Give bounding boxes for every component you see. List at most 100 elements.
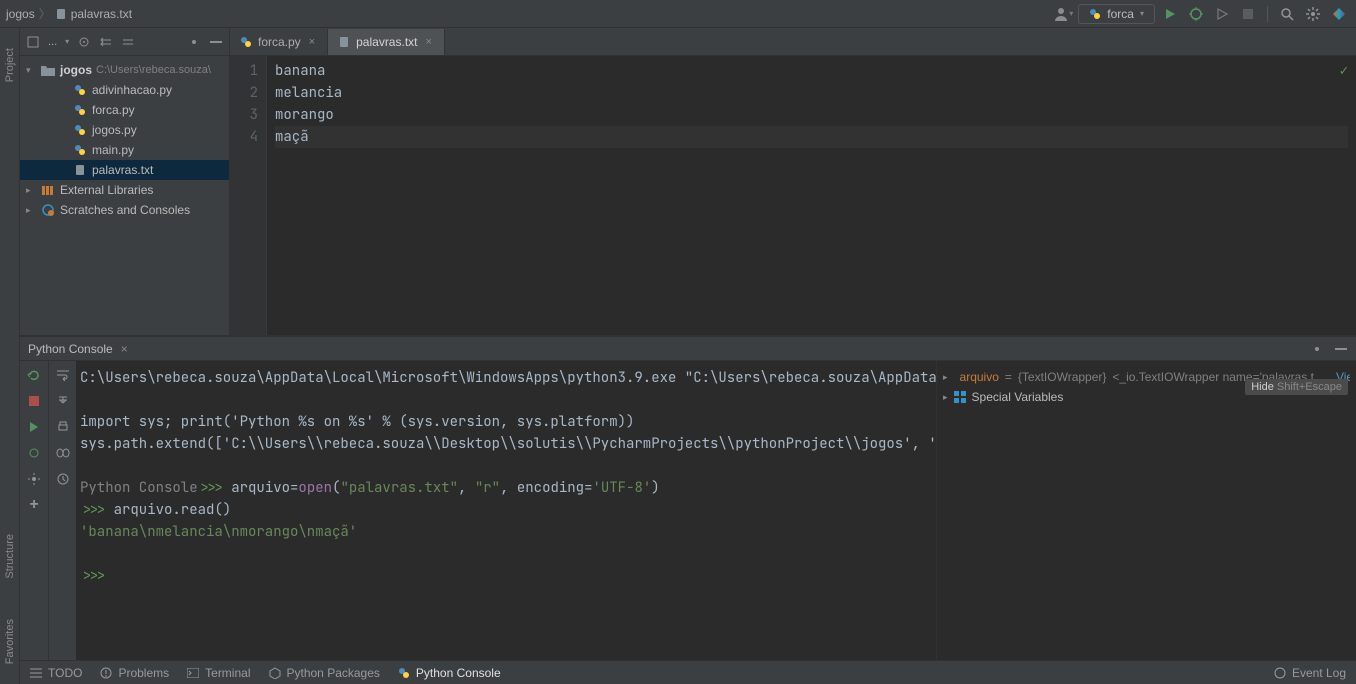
scratch-icon	[40, 204, 56, 216]
hide-console-icon[interactable]	[1334, 342, 1348, 356]
run-icon[interactable]	[26, 419, 42, 435]
chevron-right-icon[interactable]: ▸	[26, 185, 36, 196]
project-root-path: C:\Users\rebeca.souza\	[96, 64, 211, 76]
chevron-down-icon[interactable]: ▾	[65, 37, 69, 46]
divider	[1267, 6, 1268, 22]
chevron-right-icon[interactable]: ▸	[943, 392, 948, 403]
python-file-icon	[72, 144, 88, 156]
terminal-tab[interactable]: Terminal	[187, 666, 250, 680]
debug-button[interactable]	[1185, 3, 1207, 25]
settings-icon[interactable]	[1302, 3, 1324, 25]
output-cmd: arquivo.read()	[114, 501, 232, 519]
variables-icon[interactable]	[55, 445, 71, 461]
file-label: adivinhacao.py	[92, 83, 172, 97]
project-root[interactable]: ▾ jogos C:\Users\rebeca.souza\	[20, 60, 229, 80]
collapse-all-icon[interactable]	[121, 35, 135, 49]
close-icon[interactable]: ×	[121, 342, 128, 356]
todo-tab[interactable]: TODO	[30, 666, 82, 680]
stop-button[interactable]	[1237, 3, 1259, 25]
variable-name: arquivo	[960, 370, 999, 384]
inspection-ok-icon[interactable]: ✓	[1340, 62, 1348, 80]
problems-tab[interactable]: Problems	[100, 666, 169, 680]
stop-icon[interactable]	[26, 393, 42, 409]
output-result: 'banana\nmelancia\nmorango\nmaçã'	[80, 523, 357, 541]
special-vars-icon	[954, 391, 966, 403]
jetbrains-icon[interactable]	[1328, 3, 1350, 25]
locate-icon[interactable]	[77, 35, 91, 49]
text-file-icon	[338, 36, 350, 48]
new-console-icon[interactable]: +	[26, 497, 42, 513]
close-icon[interactable]: ×	[307, 36, 317, 48]
file-item[interactable]: adivinhacao.py	[20, 80, 229, 100]
run-with-coverage-button[interactable]	[1211, 3, 1233, 25]
chevron-down-icon: ▾	[1140, 9, 1144, 18]
chevron-right-icon[interactable]: ▸	[943, 372, 948, 383]
variables-panel[interactable]: ▸ arquivo = {TextIOWrapper} <_io.TextIOW…	[936, 361, 1356, 660]
favorites-rail-tab[interactable]: Favorites	[4, 619, 16, 664]
wrap-icon[interactable]	[55, 367, 71, 383]
library-icon	[40, 184, 56, 196]
editor-tab[interactable]: forca.py ×	[230, 29, 328, 55]
file-item[interactable]: main.py	[20, 140, 229, 160]
console-settings-icon[interactable]	[1310, 342, 1324, 356]
editor-tab-active[interactable]: palavras.txt ×	[328, 29, 445, 55]
file-label: jogos.py	[92, 123, 137, 137]
console-label: Python Console	[80, 479, 198, 497]
terminal-icon	[187, 668, 199, 678]
rerun-icon[interactable]	[26, 367, 42, 383]
settings-icon[interactable]	[26, 471, 42, 487]
close-icon[interactable]: ×	[423, 36, 433, 48]
python-file-icon	[72, 84, 88, 96]
output-line: import sys; print('Python %s on %s' % (s…	[80, 413, 634, 431]
chevron-right-icon[interactable]: ▸	[26, 205, 36, 216]
external-libraries[interactable]: ▸ External Libraries	[20, 180, 229, 200]
chevron-down-icon[interactable]: ▾	[26, 65, 36, 76]
panel-settings-icon[interactable]	[187, 35, 201, 49]
warning-icon	[100, 667, 112, 679]
run-button[interactable]	[1159, 3, 1181, 25]
file-label: palavras.txt	[92, 163, 153, 177]
chevron-right-icon: 〉	[39, 5, 51, 22]
code-editor[interactable]: 1234 banana melancia morango maçã ✓	[230, 56, 1356, 335]
external-libraries-label: External Libraries	[60, 183, 153, 197]
history-icon[interactable]	[55, 471, 71, 487]
file-label: main.py	[92, 143, 134, 157]
editor-tab-bar: forca.py × palavras.txt ×	[230, 28, 1356, 56]
hide-tooltip: Hide Shift+Escape	[1245, 379, 1348, 395]
run-config-selector[interactable]: forca ▾	[1078, 4, 1155, 24]
python-file-icon	[72, 124, 88, 136]
code-line-current: maçã	[275, 126, 1348, 148]
python-file-icon	[72, 104, 88, 116]
output-line: C:\Users\rebeca.souza\AppData\Local\Micr…	[80, 369, 936, 387]
console-output[interactable]: C:\Users\rebeca.souza\AppData\Local\Micr…	[76, 361, 936, 660]
expand-all-icon[interactable]	[99, 35, 113, 49]
variable-type: {TextIOWrapper}	[1018, 370, 1107, 384]
scratches[interactable]: ▸ Scratches and Consoles	[20, 200, 229, 220]
console-tab-label[interactable]: Python Console	[28, 342, 113, 356]
project-tree[interactable]: ▾ jogos C:\Users\rebeca.souza\ adivinhac…	[20, 56, 229, 335]
project-view-selector[interactable]	[26, 35, 40, 49]
search-icon[interactable]	[1276, 3, 1298, 25]
project-root-label: jogos	[60, 63, 92, 77]
folder-icon	[40, 64, 56, 76]
python-console-tab[interactable]: Python Console	[398, 666, 501, 680]
event-log-tab[interactable]: Event Log	[1274, 666, 1346, 680]
print-icon[interactable]	[55, 419, 71, 435]
event-log-icon	[1274, 667, 1286, 679]
debug-icon[interactable]	[26, 445, 42, 461]
file-item-selected[interactable]: palavras.txt	[20, 160, 229, 180]
scroll-to-end-icon[interactable]	[55, 393, 71, 409]
project-rail-tab[interactable]: Project	[4, 48, 16, 82]
variable-name: Special Variables	[972, 390, 1064, 404]
breadcrumb-file[interactable]: palavras.txt	[71, 7, 132, 21]
structure-rail-tab[interactable]: Structure	[4, 534, 16, 579]
user-icon[interactable]: ▾	[1052, 3, 1074, 25]
breadcrumb-root[interactable]: jogos	[6, 7, 35, 21]
python-icon	[1089, 8, 1101, 20]
project-view-label: ...	[48, 36, 57, 48]
python-packages-tab[interactable]: Python Packages	[269, 666, 380, 680]
file-item[interactable]: forca.py	[20, 100, 229, 120]
hide-panel-icon[interactable]	[209, 35, 223, 49]
file-item[interactable]: jogos.py	[20, 120, 229, 140]
gutter: 1234	[230, 56, 266, 335]
